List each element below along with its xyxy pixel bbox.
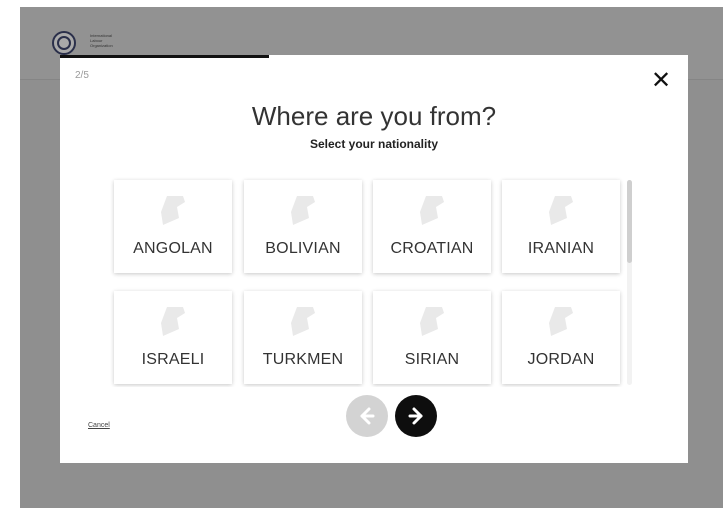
nationality-label: TURKMEN	[262, 351, 344, 368]
progress-track	[60, 55, 688, 58]
close-icon[interactable]: ✕	[650, 68, 672, 92]
ilo-logo-text: International Labour Organization	[90, 33, 130, 48]
flag-placeholder-icon	[161, 196, 185, 225]
nationality-label: JORDAN	[527, 351, 595, 368]
nationality-card[interactable]: TURKMEN	[244, 291, 362, 384]
nationality-label: IRANIAN	[527, 240, 595, 257]
arrow-left-icon	[360, 407, 375, 425]
ilo-logo	[52, 31, 76, 55]
nationality-card[interactable]: BOLIVIAN	[244, 180, 362, 273]
nationality-label: ANGOLAN	[133, 240, 213, 257]
nationality-label: CROATIAN	[390, 240, 474, 257]
previous-button[interactable]	[346, 395, 388, 437]
logo-line: Organization	[90, 43, 113, 48]
nationality-card[interactable]: ANGOLAN	[114, 180, 232, 273]
scrollbar-thumb[interactable]	[627, 180, 632, 263]
cancel-link[interactable]: Cancel	[88, 422, 110, 429]
dialog-title: Where are you from?	[251, 101, 497, 131]
nationality-grid: ANGOLAN BOLIVIAN CROATIAN IRANIAN ISRAELI TUR…	[110, 177, 640, 387]
flag-placeholder-icon	[291, 307, 315, 336]
nationality-label: SIRIAN	[404, 351, 460, 368]
flag-placeholder-icon	[291, 196, 315, 225]
scrollbar[interactable]	[627, 180, 632, 385]
nationality-card[interactable]: IRANIAN	[502, 180, 620, 273]
nationality-label: ISRAELI	[141, 351, 205, 368]
nationality-dialog: 2/5 ✕ Where are you from? Select your na…	[60, 55, 688, 463]
flag-placeholder-icon	[161, 307, 185, 336]
flag-placeholder-icon	[420, 196, 444, 225]
flag-placeholder-icon	[420, 307, 444, 336]
step-indicator: 2/5	[75, 70, 89, 81]
flag-placeholder-icon	[549, 196, 573, 225]
progress-bar-fill	[60, 55, 270, 58]
nationality-card[interactable]: CROATIAN	[373, 180, 491, 273]
nationality-card[interactable]: ISRAELI	[114, 291, 232, 384]
nationality-card[interactable]: SIRIAN	[373, 291, 491, 384]
dialog-subtitle: Select your nationality	[309, 137, 439, 151]
nationality-card[interactable]: JORDAN	[502, 291, 620, 384]
nationality-label: BOLIVIAN	[265, 240, 341, 257]
arrow-right-icon	[408, 407, 423, 425]
next-button[interactable]	[395, 395, 437, 437]
flag-placeholder-icon	[549, 307, 573, 336]
